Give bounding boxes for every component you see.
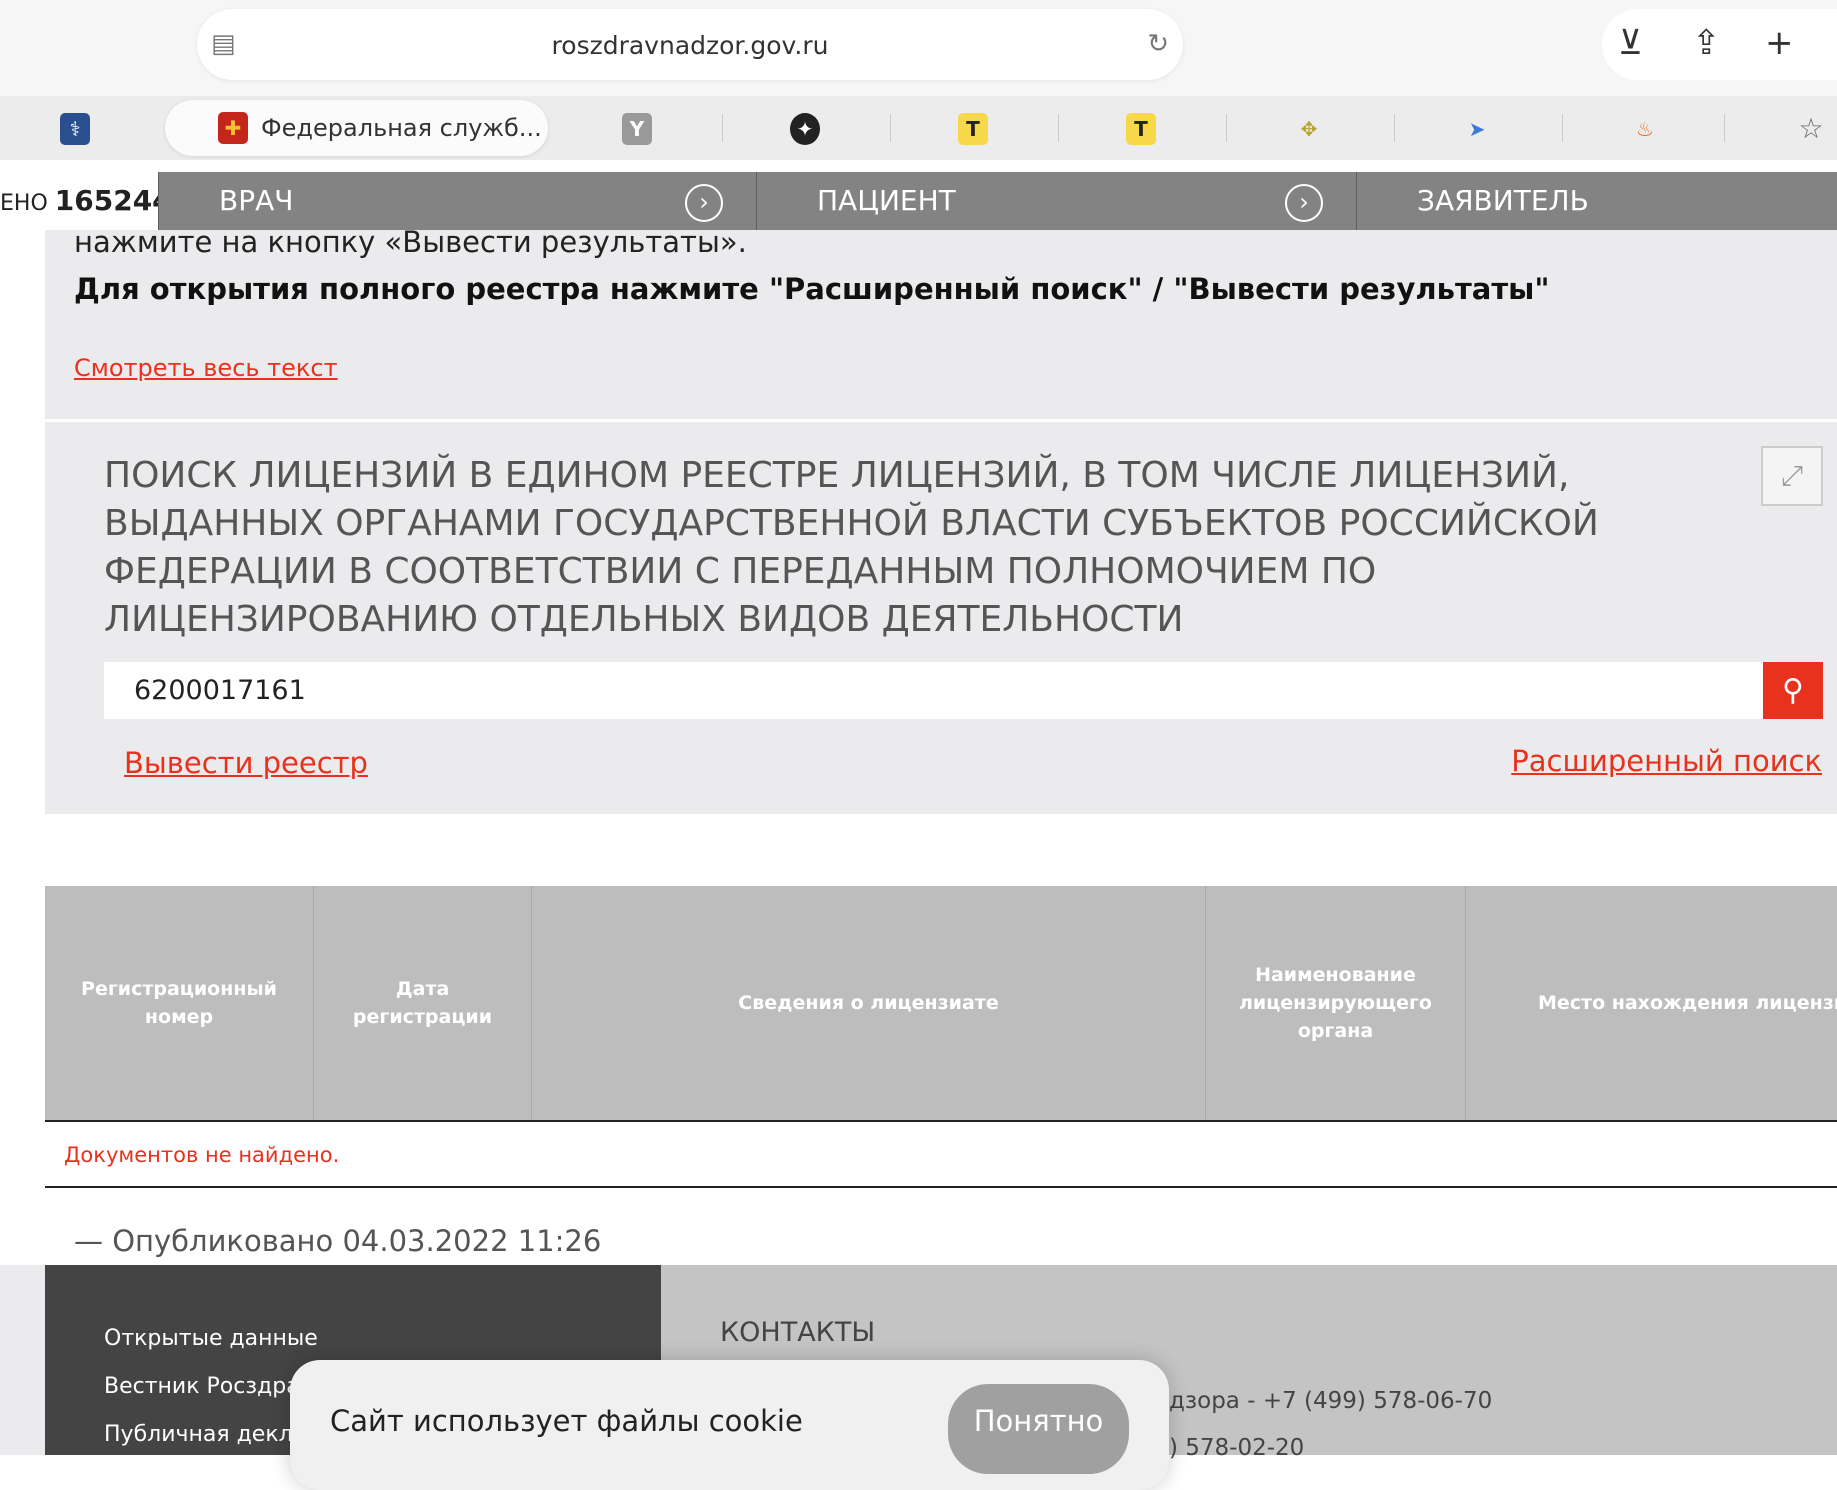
show-registry-link[interactable]: Вывести реестр [124, 746, 368, 780]
cookie-accept-button[interactable]: Понятно [948, 1384, 1129, 1474]
browser-toolbar: ▤ roszdravnadzor.gov.ru ↻ ⊻ ⇪ + [0, 0, 1837, 96]
nav-item-applicant[interactable]: ЗАЯВИТЕЛЬ [1356, 172, 1837, 230]
url-text: roszdravnadzor.gov.ru [551, 31, 829, 60]
intro-text: нажмите на кнопку «Вывести результаты». [74, 225, 747, 259]
nav-label: ЗАЯВИТЕЛЬ [1417, 184, 1589, 217]
contact-phone: дзора - +7 (499) 578-06-70 [1169, 1388, 1493, 1414]
counter-value: 165244 [54, 184, 158, 217]
divider [45, 1186, 1837, 1188]
results-table-header: Регистрационный номер Дата регистрации С… [45, 886, 1837, 1122]
search-input[interactable] [104, 662, 1763, 719]
show-full-text-link[interactable]: Смотреть весь текст [74, 354, 338, 382]
contacts-title: КОНТАКТЫ [720, 1317, 876, 1348]
no-results-message: Документов не найдено. [64, 1143, 340, 1167]
column-header: Наименование лицензирующего органа [1206, 886, 1466, 1120]
nav-label: ПАЦИЕНТ [817, 184, 956, 217]
expand-icon[interactable]: ⤢ [1761, 446, 1823, 506]
flame-favicon-icon[interactable]: ♨ [1630, 113, 1660, 145]
main-nav: ЕНО 165244 ВРАЧ › ПАЦИЕНТ › ЗАЯВИТЕЛЬ [0, 172, 1837, 230]
address-bar[interactable]: ▤ roszdravnadzor.gov.ru ↻ [197, 9, 1183, 80]
search-section: ПОИСК ЛИЦЕНЗИЙ В ЕДИНОМ РЕЕСТРЕ ЛИЦЕНЗИЙ… [45, 422, 1837, 814]
intro-bold-text: Для открытия полного реестра нажмите "Ра… [74, 272, 1550, 306]
published-date: — Опубликовано 04.03.2022 11:26 [74, 1224, 602, 1258]
tab-active[interactable]: ✚ Федеральная служб... [165, 100, 548, 156]
cursor-favicon-icon[interactable]: ➤ [1462, 113, 1492, 145]
new-tab-icon[interactable]: + [1765, 23, 1794, 63]
emblem-favicon-icon[interactable]: ✥ [1294, 113, 1324, 145]
reload-icon[interactable]: ↻ [1147, 29, 1169, 59]
bookmark-star-icon[interactable]: ☆ [1796, 113, 1826, 145]
nav-label: ВРАЧ [219, 184, 294, 217]
nav-item-doctor[interactable]: ВРАЧ › [158, 172, 756, 230]
chevron-right-icon: › [1285, 184, 1323, 222]
yandex-favicon-icon[interactable]: Y [622, 113, 652, 145]
advanced-search-link[interactable]: Расширенный поиск [1511, 744, 1822, 778]
tab-title: Федеральная служб... [261, 114, 542, 142]
cookie-text: Сайт использует файлы cookie [330, 1404, 803, 1438]
share-icon[interactable]: ⇪ [1692, 23, 1721, 63]
tbank-favicon-icon[interactable]: T [1126, 113, 1156, 145]
chevron-right-icon: › [685, 184, 723, 222]
column-header: Регистрационный номер [45, 886, 314, 1120]
cookie-banner: Сайт использует файлы cookie Понятно [290, 1360, 1169, 1490]
nav-item-patient[interactable]: ПАЦИЕНТ › [756, 172, 1356, 230]
tab-bar: ⚕ ✚ Федеральная служб... Y ✦ T T ✥ ➤ ♨ ☆ [0, 96, 1837, 160]
search-button[interactable]: ⚲ [1763, 662, 1823, 719]
column-header: Место нахождения лицензиата [1538, 992, 1837, 1014]
browser-actions: ⊻ ⇪ + [1602, 9, 1837, 80]
search-icon: ⚲ [1782, 673, 1804, 708]
column-header: Дата регистрации [314, 886, 532, 1120]
column-header: Сведения о лицензиате [532, 886, 1206, 1120]
roszdrav-favicon-icon: ✚ [218, 112, 248, 144]
footer-margin [0, 1265, 45, 1455]
tbank-favicon-icon[interactable]: T [958, 113, 988, 145]
counter-label: ЕНО [0, 191, 48, 216]
contact-phone: ) 578-02-20 [1169, 1435, 1305, 1461]
footer-link-open-data[interactable]: Открытые данные [104, 1326, 318, 1351]
intro-section: нажмите на кнопку «Вывести результаты». … [45, 225, 1837, 419]
counter: ЕНО 165244 [0, 172, 158, 230]
download-icon[interactable]: ⊻ [1618, 23, 1643, 63]
star-favicon-icon[interactable]: ✦ [790, 113, 820, 145]
medical-favicon-icon[interactable]: ⚕ [60, 113, 90, 145]
search-title: ПОИСК ЛИЦЕНЗИЙ В ЕДИНОМ РЕЕСТРЕ ЛИЦЕНЗИЙ… [104, 455, 1599, 640]
